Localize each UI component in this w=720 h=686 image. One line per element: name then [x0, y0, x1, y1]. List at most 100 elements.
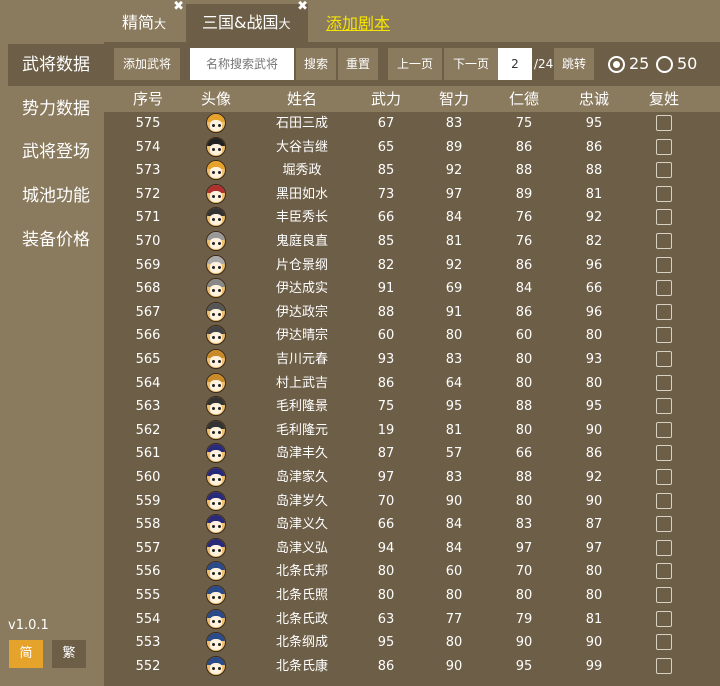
- sidebar-item-equipment-price[interactable]: 装备价格: [8, 219, 104, 261]
- table-row[interactable]: 559 岛津岁久 70 90 80 90: [104, 490, 720, 513]
- revive-checkbox[interactable]: [656, 610, 672, 627]
- revive-checkbox[interactable]: [656, 563, 672, 580]
- header-zhi[interactable]: 智力: [418, 86, 490, 112]
- table-row[interactable]: 573 堀秀政 85 92 88 88: [104, 159, 720, 182]
- table-row[interactable]: 562 毛利隆元 19 81 80 90: [104, 419, 720, 442]
- table-row[interactable]: 554 北条氏政 63 77 79 81: [104, 608, 720, 631]
- portrait-eye: [218, 548, 221, 552]
- general-portrait-icon: [206, 372, 226, 393]
- general-portrait-icon: [206, 655, 226, 676]
- revive-checkbox[interactable]: [656, 280, 672, 297]
- table-row[interactable]: 575 石田三成 67 83 75 95: [104, 112, 720, 135]
- simplified-chinese-button[interactable]: 简: [9, 640, 43, 668]
- table-header: 序号 头像 姓名 武力 智力 仁德 忠诚 复姓: [104, 86, 720, 112]
- jump-button[interactable]: 跳转: [554, 48, 594, 80]
- revive-checkbox[interactable]: [656, 492, 672, 509]
- cell-zhi: 64: [445, 375, 463, 391]
- reset-button[interactable]: 重置: [338, 48, 378, 80]
- cell-ren: 75: [515, 116, 533, 131]
- close-icon[interactable]: ✖: [297, 0, 308, 14]
- general-portrait-icon: [206, 136, 226, 157]
- revive-checkbox[interactable]: [656, 303, 672, 320]
- general-portrait-icon: [206, 183, 226, 204]
- header-zhong[interactable]: 忠诚: [558, 86, 630, 112]
- table-row[interactable]: 558 岛津义久 66 84 83 87: [104, 513, 720, 536]
- prev-page-button[interactable]: 上一页: [388, 48, 442, 80]
- sidebar-item-faction-data[interactable]: 势力数据: [8, 88, 104, 130]
- cell-zhi: 81: [445, 234, 463, 249]
- header-id[interactable]: 序号: [112, 86, 184, 112]
- revive-checkbox[interactable]: [656, 185, 672, 202]
- cell-zhi: 80: [445, 588, 463, 603]
- revive-checkbox[interactable]: [656, 657, 672, 674]
- radio-unchecked-icon: [656, 55, 673, 73]
- table-row[interactable]: 569 片仓景纲 82 92 86 96: [104, 254, 720, 277]
- sidebar-item-general-appearance[interactable]: 武将登场: [8, 131, 104, 173]
- table-row[interactable]: 555 北条氏照 80 80 80 80: [104, 584, 720, 607]
- table-row[interactable]: 571 丰臣秀长 66 84 76 92: [104, 206, 720, 229]
- cell-revive: [648, 301, 680, 324]
- page-size-50-radio[interactable]: 50: [656, 48, 697, 80]
- revive-checkbox[interactable]: [656, 516, 672, 533]
- revive-checkbox[interactable]: [656, 421, 672, 438]
- header-name[interactable]: 姓名: [250, 86, 354, 112]
- revive-checkbox[interactable]: [656, 374, 672, 391]
- cell-name: 毛利隆景: [275, 399, 328, 415]
- table-row[interactable]: 565 吉川元春 93 83 80 93: [104, 348, 720, 371]
- revive-checkbox[interactable]: [656, 351, 672, 367]
- revive-checkbox[interactable]: [656, 469, 672, 485]
- table-row[interactable]: 553 北条纲成 95 80 90 90: [104, 631, 720, 654]
- page-size-25-radio[interactable]: 25: [608, 48, 649, 80]
- table-row[interactable]: 570 鬼庭良直 85 81 76 82: [104, 230, 720, 253]
- cell-id: 556: [135, 564, 161, 580]
- revive-checkbox[interactable]: [656, 445, 672, 462]
- revive-checkbox[interactable]: [656, 162, 672, 179]
- cell-ren: 80: [515, 375, 533, 391]
- cell-zhi: 83: [445, 116, 463, 131]
- revive-checkbox[interactable]: [656, 634, 672, 651]
- table-row[interactable]: 564 村上武吉 86 64 80 80: [104, 372, 720, 395]
- revive-checkbox[interactable]: [656, 256, 672, 273]
- search-input[interactable]: [190, 48, 294, 80]
- table-row[interactable]: 552 北条氏康 86 90 95 99: [104, 655, 720, 678]
- revive-checkbox[interactable]: [656, 539, 672, 556]
- table-row[interactable]: 568 伊达成实 91 69 84 66: [104, 277, 720, 300]
- table-row[interactable]: 560 岛津家久 97 83 88 92: [104, 466, 720, 489]
- cell-avatar: [200, 584, 232, 607]
- revive-checkbox[interactable]: [656, 398, 672, 415]
- table-row[interactable]: 567 伊达政宗 88 91 86 96: [104, 301, 720, 324]
- add-general-button[interactable]: 添加武将: [114, 48, 180, 80]
- revive-checkbox[interactable]: [656, 327, 672, 344]
- page-number-input[interactable]: [498, 48, 532, 80]
- next-page-button[interactable]: 下一页: [444, 48, 498, 80]
- sidebar-item-general-data[interactable]: 武将数据: [8, 44, 104, 86]
- close-icon[interactable]: ✖: [173, 0, 184, 14]
- table-row[interactable]: 563 毛利隆景 75 95 88 95: [104, 395, 720, 418]
- tab-jingjian[interactable]: 精简大 ✖: [112, 0, 184, 42]
- add-script-link[interactable]: 添加剧本: [326, 10, 390, 34]
- header-wu[interactable]: 武力: [350, 86, 422, 112]
- revive-checkbox[interactable]: [656, 587, 672, 603]
- sidebar-item-city-functions[interactable]: 城池功能: [8, 175, 104, 217]
- search-button[interactable]: 搜索: [296, 48, 336, 80]
- revive-checkbox[interactable]: [656, 115, 672, 131]
- portrait-eye: [218, 265, 221, 269]
- cell-id: 568: [135, 281, 161, 297]
- tab-sanguo-zhanguo[interactable]: 三国&战国大 ✖: [186, 0, 308, 42]
- revive-checkbox[interactable]: [656, 138, 672, 155]
- cell-name: 岛津义弘: [275, 540, 328, 556]
- table-row[interactable]: 574 大谷吉继 65 89 86 86: [104, 136, 720, 159]
- table-row[interactable]: 572 黑田如水 73 97 89 81: [104, 183, 720, 206]
- table-row[interactable]: 566 伊达晴宗 60 80 60 80: [104, 324, 720, 347]
- table-row[interactable]: 557 岛津义弘 94 84 97 97: [104, 537, 720, 560]
- cell-id: 564: [135, 375, 161, 391]
- cell-avatar: [200, 206, 232, 229]
- revive-checkbox[interactable]: [656, 209, 672, 226]
- header-ren[interactable]: 仁德: [488, 86, 560, 112]
- cell-ren: 97: [515, 540, 533, 556]
- table-row[interactable]: 561 岛津丰久 87 57 66 86: [104, 442, 720, 465]
- table-row[interactable]: 556 北条氏邦 80 60 70 80: [104, 560, 720, 583]
- revive-checkbox[interactable]: [656, 233, 672, 249]
- traditional-chinese-button[interactable]: 繁: [52, 640, 86, 668]
- cell-wu: 85: [377, 234, 395, 249]
